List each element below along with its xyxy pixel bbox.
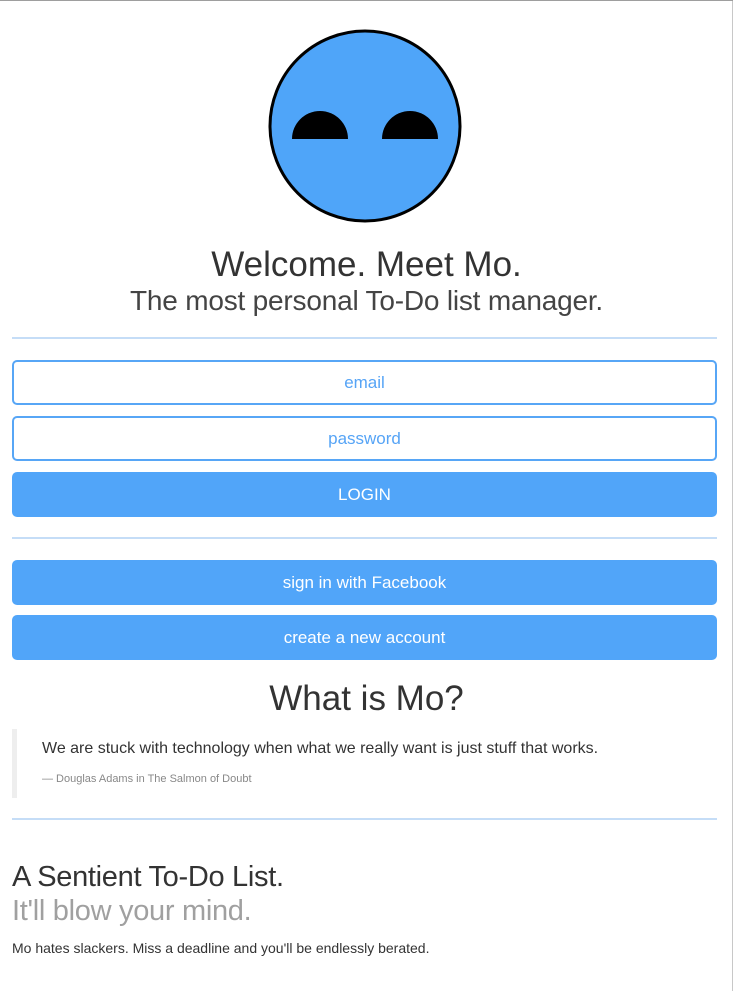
divider-middle [12,537,717,539]
create-account-button[interactable]: create a new account [12,615,717,660]
feature-subtitle: It'll blow your mind. [12,895,252,927]
about-heading: What is Mo? [269,679,464,718]
email-input[interactable] [12,360,717,405]
quote-block: We are stuck with technology when what w… [12,729,717,798]
mo-face-icon [267,28,463,224]
quote-text: We are stuck with technology when what w… [42,740,599,757]
password-input[interactable] [12,416,717,461]
divider-top [12,337,717,339]
mo-face-svg [268,29,462,223]
quote-citation: — Douglas Adams in The Salmon of Doubt [42,773,252,785]
divider-bottom [12,818,717,820]
feature-body: Mo hates slackers. Miss a deadline and y… [12,940,430,956]
welcome-title: Welcome. Meet Mo. [211,245,522,284]
login-button[interactable]: LOGIN [12,472,717,517]
feature-title: A Sentient To-Do List. [12,861,284,893]
login-page: Welcome. Meet Mo. The most personal To-D… [0,0,733,991]
tagline: The most personal To-Do list manager. [130,285,603,316]
facebook-signin-button[interactable]: sign in with Facebook [12,560,717,605]
